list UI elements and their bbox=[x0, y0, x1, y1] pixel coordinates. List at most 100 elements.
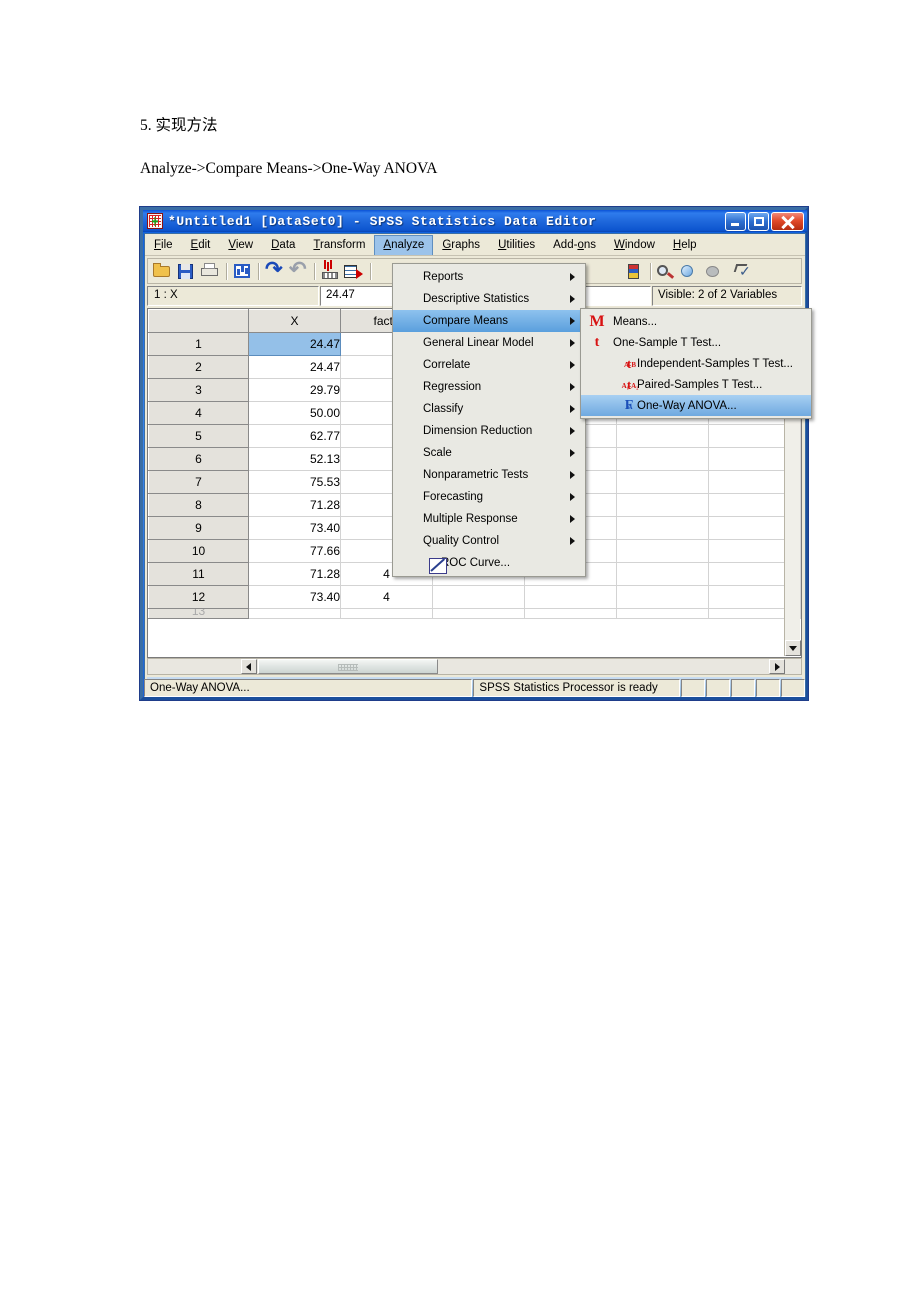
menu-graphs[interactable]: Graphs bbox=[433, 235, 489, 255]
cell-x-12[interactable]: 73.40 bbox=[248, 585, 341, 609]
row-number[interactable]: 7 bbox=[148, 470, 249, 494]
cell-x-5[interactable]: 62.77 bbox=[248, 424, 341, 448]
cell-empty[interactable] bbox=[616, 516, 709, 540]
scroll-right-arrow-icon[interactable] bbox=[769, 659, 785, 674]
row-number[interactable]: 2 bbox=[148, 355, 249, 379]
menu-item-dimension-reduction[interactable]: Dimension Reduction bbox=[393, 420, 585, 442]
cell-empty[interactable] bbox=[616, 562, 709, 586]
cell-empty[interactable] bbox=[616, 493, 709, 517]
menu-utilities-label: tilities bbox=[506, 238, 536, 251]
cell-x-11[interactable]: 71.28 bbox=[248, 562, 341, 586]
menu-item-multiple-response[interactable]: Multiple Response bbox=[393, 508, 585, 530]
cell-x-4[interactable]: 50.00 bbox=[248, 401, 341, 425]
cell-empty[interactable] bbox=[616, 608, 709, 619]
menu-item-descriptive-statistics[interactable]: Descriptive Statistics bbox=[393, 288, 585, 310]
cell-x-8[interactable]: 71.28 bbox=[248, 493, 341, 517]
cell-x-3[interactable]: 29.79 bbox=[248, 378, 341, 402]
maximize-button[interactable] bbox=[748, 211, 769, 231]
cell-empty[interactable] bbox=[616, 470, 709, 494]
row-number[interactable]: 8 bbox=[148, 493, 249, 517]
row-number[interactable]: 13 bbox=[148, 608, 249, 619]
row-number[interactable]: 9 bbox=[148, 516, 249, 540]
row-number[interactable]: 12 bbox=[148, 585, 249, 609]
cell-empty[interactable] bbox=[248, 608, 341, 619]
submenu-item-independent-samples-t-test[interactable]: t A-B Independent-Samples T Test... bbox=[581, 353, 811, 374]
window-titlebar: *Untitled1 [DataSet0] - SPSS Statistics … bbox=[143, 210, 807, 232]
table-row[interactable]: 12 73.40 4 bbox=[148, 585, 801, 609]
cell-x-1[interactable]: 24.47 bbox=[248, 332, 341, 356]
row-number[interactable]: 1 bbox=[148, 332, 249, 356]
submenu-item-one-sample-t-test[interactable]: t One-Sample T Test... bbox=[581, 332, 811, 353]
row-number[interactable]: 11 bbox=[148, 562, 249, 586]
cell-empty[interactable] bbox=[524, 585, 617, 609]
cell-x-2[interactable]: 24.47 bbox=[248, 355, 341, 379]
horizontal-scroll-thumb[interactable] bbox=[258, 659, 438, 674]
row-number[interactable]: 4 bbox=[148, 401, 249, 425]
menu-item-scale[interactable]: Scale bbox=[393, 442, 585, 464]
cell-x-9[interactable]: 73.40 bbox=[248, 516, 341, 540]
submenu-item-paired-samples-t-test[interactable]: t A₁-A₂ Paired-Samples T Test... bbox=[581, 374, 811, 395]
grid-horizontal-scrollbar[interactable] bbox=[147, 658, 802, 675]
menu-addons[interactable]: Add-ons bbox=[544, 235, 605, 255]
close-button[interactable] bbox=[771, 211, 804, 231]
menu-item-correlate[interactable]: Correlate bbox=[393, 354, 585, 376]
cell-empty[interactable] bbox=[432, 585, 525, 609]
cell-empty[interactable] bbox=[616, 585, 709, 609]
cell-x-10[interactable]: 77.66 bbox=[248, 539, 341, 563]
submenu-item-means[interactable]: M Means... bbox=[581, 311, 811, 332]
column-header-x[interactable]: X bbox=[248, 309, 341, 333]
menu-item-general-linear-model[interactable]: General Linear Model bbox=[393, 332, 585, 354]
cell-empty[interactable] bbox=[616, 539, 709, 563]
variables-info-icon[interactable] bbox=[623, 261, 645, 281]
menu-help[interactable]: Help bbox=[664, 235, 706, 255]
scroll-down-arrow-icon[interactable] bbox=[785, 640, 801, 656]
menu-utilities[interactable]: Utilities bbox=[489, 235, 544, 255]
menu-analyze[interactable]: Analyze bbox=[374, 234, 434, 255]
recall-dialog-icon[interactable] bbox=[231, 261, 253, 281]
menu-file[interactable]: File bbox=[145, 235, 182, 255]
ab-subscript: A-B bbox=[623, 361, 637, 369]
print-icon[interactable] bbox=[199, 261, 221, 281]
cell-empty[interactable] bbox=[616, 424, 709, 448]
analyze-dropdown-menu: Reports Descriptive Statistics Compare M… bbox=[392, 263, 586, 577]
submenu-item-one-way-anova[interactable]: F A One-Way ANOVA... bbox=[581, 395, 811, 416]
menu-transform[interactable]: Transform bbox=[304, 235, 374, 255]
menu-item-quality-control[interactable]: Quality Control bbox=[393, 530, 585, 552]
menu-edit[interactable]: Edit bbox=[182, 235, 220, 255]
menu-item-forecasting[interactable]: Forecasting bbox=[393, 486, 585, 508]
statusbar: One-Way ANOVA... SPSS Statistics Process… bbox=[144, 679, 806, 697]
goto-case-icon[interactable] bbox=[319, 261, 341, 281]
row-number[interactable]: 5 bbox=[148, 424, 249, 448]
undo-icon[interactable] bbox=[263, 261, 285, 281]
menu-item-classify[interactable]: Classify bbox=[393, 398, 585, 420]
menu-item-reports[interactable]: Reports bbox=[393, 266, 585, 288]
cell-empty[interactable] bbox=[524, 608, 617, 619]
menu-item-nonparametric-tests[interactable]: Nonparametric Tests bbox=[393, 464, 585, 486]
open-file-icon[interactable] bbox=[151, 261, 173, 281]
cell-x-6[interactable]: 52.13 bbox=[248, 447, 341, 471]
menu-view[interactable]: View bbox=[219, 235, 262, 255]
cell-empty[interactable] bbox=[432, 608, 525, 619]
menu-window[interactable]: Window bbox=[605, 235, 664, 255]
split-file-icon[interactable] bbox=[733, 261, 755, 281]
cell-factor-12[interactable]: 4 bbox=[340, 585, 433, 609]
menu-item-roc-curve[interactable]: ROC Curve... bbox=[393, 552, 585, 574]
cell-x-7[interactable]: 75.53 bbox=[248, 470, 341, 494]
cell-empty[interactable] bbox=[340, 608, 433, 619]
menu-data[interactable]: Data bbox=[262, 235, 304, 255]
redo-icon[interactable] bbox=[287, 257, 309, 282]
menu-item-compare-means[interactable]: Compare Means bbox=[393, 310, 585, 332]
cell-empty[interactable] bbox=[616, 447, 709, 471]
insert-case-icon[interactable] bbox=[679, 261, 701, 281]
goto-variable-icon[interactable] bbox=[343, 261, 365, 281]
menu-item-regression[interactable]: Regression bbox=[393, 376, 585, 398]
find-icon[interactable] bbox=[655, 261, 677, 281]
row-number[interactable]: 3 bbox=[148, 378, 249, 402]
row-number[interactable]: 6 bbox=[148, 447, 249, 471]
row-number[interactable]: 10 bbox=[148, 539, 249, 563]
table-row-partial[interactable]: 13 bbox=[148, 608, 801, 619]
minimize-button[interactable] bbox=[725, 211, 746, 231]
scroll-left-arrow-icon[interactable] bbox=[241, 659, 257, 674]
insert-variable-icon[interactable] bbox=[703, 261, 725, 281]
save-file-icon[interactable] bbox=[175, 261, 197, 281]
